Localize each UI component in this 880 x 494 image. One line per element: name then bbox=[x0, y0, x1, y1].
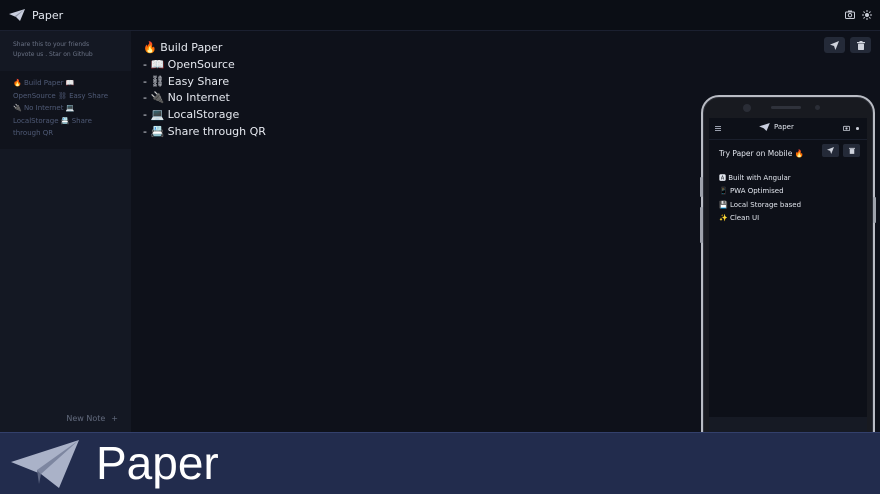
share-button[interactable] bbox=[824, 37, 845, 53]
note-preview-line: 🔌 No Internet 💻 bbox=[13, 104, 75, 112]
delete-button[interactable] bbox=[850, 37, 871, 53]
menu-icon[interactable] bbox=[715, 126, 721, 131]
phone-sensor bbox=[815, 105, 820, 110]
camera-icon[interactable] bbox=[844, 9, 855, 20]
github-link[interactable]: Upvote us . Star on Github bbox=[13, 50, 131, 60]
mobile-screen: Paper Try Paper on Mobile 🔥 🅰 Built with… bbox=[709, 118, 867, 437]
phone-side-button bbox=[873, 197, 876, 223]
note-list-item[interactable]: 🔥 Build Paper 📖 OpenSource ⛓ Easy Share … bbox=[0, 71, 131, 149]
editor-line: - 📇 Share through QR bbox=[143, 124, 266, 138]
app-title: Paper bbox=[32, 8, 64, 22]
sidebar: Share this to your friends Upvote us . S… bbox=[0, 31, 131, 432]
editor-line: - 💻 LocalStorage bbox=[143, 108, 240, 122]
phone-mockup: Paper Try Paper on Mobile 🔥 🅰 Built with… bbox=[700, 95, 876, 460]
editor-line: - 📖 OpenSource bbox=[143, 57, 235, 71]
new-note-label: New Note bbox=[66, 414, 106, 423]
note-preview-line: 🔥 Build Paper 📖 bbox=[13, 79, 75, 87]
mobile-share-button[interactable] bbox=[822, 144, 839, 157]
send-icon bbox=[827, 147, 834, 154]
plus-icon: + bbox=[111, 414, 118, 423]
phone-camera bbox=[743, 104, 751, 112]
note-preview-line: OpenSource ⛓ Easy Share bbox=[13, 91, 109, 100]
camera-icon[interactable] bbox=[843, 125, 850, 131]
paper-plane-logo-icon bbox=[759, 123, 770, 131]
paper-plane-logo-icon bbox=[9, 9, 25, 21]
new-note-button[interactable]: New Note + bbox=[66, 414, 118, 423]
paper-plane-logo-icon bbox=[11, 440, 79, 488]
mobile-line: 💾 Local Storage based bbox=[719, 200, 802, 209]
note-preview-line: through QR bbox=[13, 129, 54, 137]
mobile-top-bar: Paper bbox=[709, 118, 867, 140]
footer-banner: Paper bbox=[0, 432, 880, 494]
banner-title: Paper bbox=[96, 437, 219, 489]
trash-icon bbox=[856, 40, 865, 50]
share-hint-line: Share this to your friends bbox=[13, 41, 90, 48]
phone-side-button bbox=[700, 207, 703, 243]
mobile-note-content: 🅰 Built with Angular 📱 PWA Optimised 💾 L… bbox=[719, 172, 801, 225]
share-hint: Share this to your friends Upvote us . S… bbox=[0, 31, 131, 60]
mobile-line: 📱 PWA Optimised bbox=[719, 187, 784, 196]
sun-icon[interactable] bbox=[861, 9, 872, 20]
mobile-delete-button[interactable] bbox=[843, 144, 860, 157]
editor-content[interactable]: 🔥 Build Paper - 📖 OpenSource - ⛓ Easy Sh… bbox=[143, 40, 266, 141]
trash-icon bbox=[848, 147, 855, 154]
mobile-line: 🅰 Built with Angular bbox=[719, 174, 791, 182]
phone-speaker bbox=[771, 106, 801, 109]
sun-icon[interactable] bbox=[854, 125, 861, 132]
send-icon bbox=[830, 40, 839, 50]
editor-line: - 🔌 No Internet bbox=[143, 91, 230, 105]
editor-line: 🔥 Build Paper bbox=[143, 41, 223, 54]
mobile-note-title: Try Paper on Mobile 🔥 bbox=[719, 149, 805, 158]
mobile-app-title: Paper bbox=[774, 123, 794, 131]
phone-side-button bbox=[700, 177, 703, 197]
mobile-line: ✨ Clean UI bbox=[719, 213, 760, 222]
top-bar: Paper bbox=[0, 0, 880, 31]
note-preview-line: LocalStorage 📇 Share bbox=[13, 116, 92, 125]
editor-line: - ⛓ Easy Share bbox=[143, 74, 230, 88]
